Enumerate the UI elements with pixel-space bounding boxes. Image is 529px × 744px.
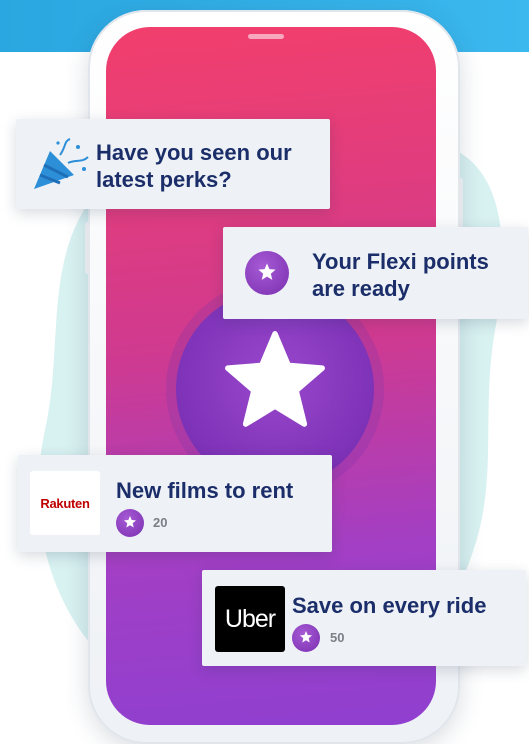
points-star-icon	[116, 509, 144, 537]
perks-card[interactable]: Have you seen our latest perks?	[16, 119, 330, 209]
uber-logo-text: Uber	[224, 604, 276, 633]
rakuten-card-title: New films to rent	[116, 478, 294, 503]
party-popper-icon	[34, 138, 89, 189]
phone-speaker	[248, 34, 284, 39]
flexi-points-card-title: Your Flexi points are ready	[312, 249, 489, 301]
uber-card[interactable]: Uber Save on every ride 50	[202, 570, 526, 666]
rakuten-card[interactable]: Rakuten New films to rent 20	[18, 455, 332, 552]
rakuten-points: 20	[153, 515, 168, 530]
star-badge-icon	[245, 251, 289, 295]
big-star-icon	[225, 331, 325, 427]
points-star-icon	[292, 624, 320, 652]
uber-card-title: Save on every ride	[292, 593, 487, 618]
perks-card-title: Have you seen our latest perks?	[96, 140, 292, 192]
uber-logo: Uber	[215, 586, 285, 652]
rakuten-logo-text: Rakuten	[40, 495, 90, 511]
flexi-points-card[interactable]: Your Flexi points are ready	[223, 227, 528, 319]
uber-points: 50	[330, 630, 345, 645]
rakuten-logo: Rakuten	[30, 471, 100, 535]
phone-volume-button	[85, 222, 90, 274]
